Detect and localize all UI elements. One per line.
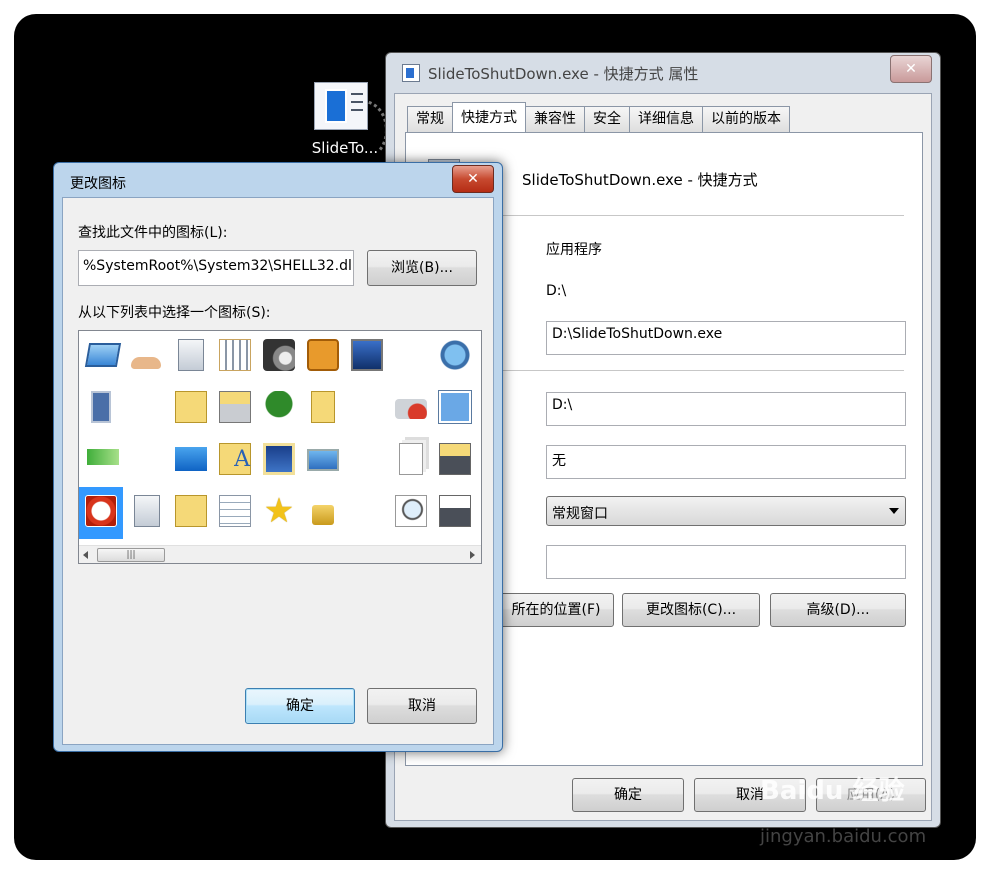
dialog-cancel-button[interactable]: 取消	[367, 688, 477, 724]
scroll-right-icon[interactable]	[470, 551, 475, 559]
tab-previous-versions[interactable]: 以前的版本	[702, 106, 790, 132]
properties-close-button[interactable]: ✕	[890, 55, 932, 83]
target-type-value: 应用程序	[546, 242, 602, 258]
properties-title: SlideToShutDown.exe - 快捷方式 属性	[428, 65, 699, 83]
tab-security[interactable]: 安全	[584, 106, 630, 132]
desktop-shortcut-icon[interactable]	[314, 82, 368, 130]
properties-titlebar[interactable]: SlideToShutDown.exe - 快捷方式 属性 ✕	[386, 53, 940, 93]
divider	[486, 215, 904, 216]
upload-folder-icon[interactable]	[301, 383, 345, 435]
scroll-left-icon[interactable]	[83, 551, 88, 559]
advanced-button[interactable]: 高级(D)...	[770, 593, 906, 627]
open-file-location-button[interactable]: 所在的位置(F)	[498, 593, 614, 627]
recycle-bin-icon[interactable]	[169, 331, 213, 383]
app-icon	[402, 64, 420, 82]
keypad-doc-icon[interactable]	[213, 331, 257, 383]
printer-folder-icon[interactable]	[433, 435, 477, 487]
drive-shortcut-icon[interactable]	[81, 383, 125, 435]
tab-compatibility[interactable]: 兼容性	[525, 106, 585, 132]
browse-button[interactable]: 浏览(B)...	[367, 250, 477, 286]
shortcut-name: SlideToShutDown.exe - 快捷方式	[522, 171, 758, 189]
star-icon[interactable]: ★	[257, 487, 301, 539]
printer-icon[interactable]	[213, 383, 257, 435]
desktop-shortcut-label[interactable]: SlideTo...	[300, 139, 390, 157]
dialog-body: 查找此文件中的图标(L): %SystemRoot%\System32\SHEL…	[62, 197, 494, 745]
network-folder-icon[interactable]	[169, 383, 213, 435]
documents-icon[interactable]	[389, 435, 433, 487]
key-icon[interactable]	[301, 331, 345, 383]
target-field[interactable]: D:\SlideToShutDown.exe	[546, 321, 906, 355]
font-folder-icon[interactable]: A	[213, 435, 257, 487]
properties-tabs: 常规 快捷方式 兼容性 安全 详细信息 以前的版本	[407, 102, 790, 132]
window-icon[interactable]	[81, 331, 125, 383]
tab-shortcut[interactable]: 快捷方式	[452, 102, 526, 132]
dialog-close-button[interactable]: ✕	[452, 165, 494, 193]
back-arrow-clock-icon[interactable]	[81, 435, 125, 487]
scroll-thumb[interactable]: |||	[97, 548, 165, 562]
start-in-field[interactable]: D:\	[546, 392, 906, 426]
magnifier-globe-icon[interactable]	[433, 331, 477, 383]
find-icons-label: 查找此文件中的图标(L):	[78, 225, 228, 241]
lock-icon[interactable]	[301, 487, 345, 539]
icon-list[interactable]: A ★ |||	[78, 330, 482, 564]
tree-icon[interactable]	[257, 383, 301, 435]
hand-icon[interactable]	[125, 331, 169, 383]
network-pc-icon[interactable]	[345, 331, 389, 383]
select-icon-label: 从以下列表中选择一个图标(S):	[78, 305, 271, 321]
change-icon-button[interactable]: 更改图标(C)...	[622, 593, 760, 627]
add-printer-icon[interactable]	[433, 487, 477, 539]
comment-field[interactable]	[546, 545, 906, 579]
icon-list-scrollbar[interactable]: |||	[79, 545, 481, 563]
computer-folder-icon[interactable]	[257, 435, 301, 487]
divider	[486, 370, 904, 371]
recycle-bin-empty-icon[interactable]	[125, 487, 169, 539]
baidu-watermark: Baidu 经验	[760, 776, 905, 806]
sync-monitor-icon[interactable]	[301, 435, 345, 487]
icon-file-path-input[interactable]: %SystemRoot%\System32\SHELL32.dll	[78, 250, 354, 286]
chevron-down-icon	[889, 508, 899, 514]
power-icon[interactable]	[79, 487, 123, 539]
cd-drive-icon[interactable]	[257, 331, 301, 383]
watermark-url: jingyan.baidu.com	[760, 826, 927, 847]
checklist-icon[interactable]	[213, 487, 257, 539]
control-panel-icon[interactable]	[433, 383, 477, 435]
target-location-value: D:\	[546, 283, 567, 299]
shortcut-key-field[interactable]: 无	[546, 445, 906, 479]
blue-screen-icon[interactable]	[169, 435, 213, 487]
help-drive-icon[interactable]	[389, 383, 433, 435]
properties-ok-button[interactable]: 确定	[572, 778, 684, 812]
tab-general[interactable]: 常规	[407, 106, 453, 132]
change-icon-dialog: 更改图标 ✕ 查找此文件中的图标(L): %SystemRoot%\System…	[53, 162, 503, 752]
tools-folder-icon[interactable]	[169, 487, 213, 539]
dialog-ok-button[interactable]: 确定	[245, 688, 355, 724]
dialog-title: 更改图标	[70, 176, 126, 192]
search-doc-icon[interactable]	[389, 487, 433, 539]
run-mode-select[interactable]: 常规窗口	[546, 496, 906, 526]
tab-details[interactable]: 详细信息	[629, 106, 703, 132]
run-mode-value: 常规窗口	[552, 506, 608, 522]
